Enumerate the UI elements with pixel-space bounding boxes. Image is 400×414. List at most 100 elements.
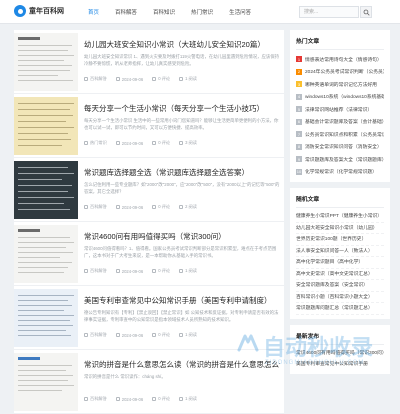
article-title[interactable]: 幼儿园大班安全知识小常识（大班幼儿安全知识20篇） (84, 39, 280, 50)
rank-badge: 4 (296, 93, 302, 100)
clock-icon (115, 269, 120, 273)
search-button[interactable] (360, 6, 372, 18)
search-input[interactable] (299, 6, 359, 18)
random-article-item[interactable]: 健康养生小常识PPT（健康养生小常识） (296, 211, 384, 223)
article-reads: 3 阅读 (179, 140, 197, 146)
latest-article-item[interactable]: 美国专利审查常见中公知常识手册 (296, 359, 384, 370)
random-article-item[interactable]: 高中化学常识题目（高中化学） (296, 257, 384, 269)
folder-icon (84, 77, 88, 81)
article-meta: 热门常识 2024-09-06 0 评论 3 阅读 (84, 140, 206, 146)
random-article-item[interactable]: 百科常识小题（百科常识小题大全） (296, 292, 384, 303)
article-thumbnail[interactable] (14, 33, 78, 91)
hot-article-item[interactable]: 7 公务员常识知识点和积累（公务员常识） (296, 128, 384, 141)
random-article-item[interactable]: 世界历史常识100题（世界历史） (296, 234, 384, 246)
article-comments: 0 评论 (152, 140, 170, 146)
article-item[interactable]: 常识4600问有用吗值得买吗（常识300问） 常识4600问值得看吗？1、值得看… (14, 222, 284, 286)
article-meta: 百科解答 2024-09-06 0 评论 1 阅读 (84, 396, 206, 402)
hot-article-item[interactable]: 9 常识题题库及答案大全（常识题题库） (296, 153, 384, 166)
main-nav: 首页 百科解答 百科知识 热门常识 生活问答 (88, 8, 267, 16)
random-articles-panel: 随机文章 健康养生小常识PPT（健康养生小常识） 幼儿园大班安全知识小常识（幼儿… (290, 188, 390, 319)
folder-icon (84, 397, 88, 401)
article-thumbnail[interactable] (14, 161, 78, 219)
hot-article-item[interactable]: 8 消防安全常识知识问答（消防安全） (296, 141, 384, 154)
eye-icon (179, 141, 184, 145)
random-article-item[interactable]: 法人事安全知识问答一人（致法人） (296, 246, 384, 257)
panel-title: 热门文章 (296, 36, 384, 50)
article-title[interactable]: 常识的拼音是什么意思怎么读（常识的拼音是什么意思怎么读啊） (84, 359, 280, 370)
article-meta: 百科解答 2024-09-06 0 评论 1 阅读 (84, 268, 206, 274)
nav-item-encyclopedia-knowledge[interactable]: 百科知识 (153, 8, 175, 16)
sidebar: 热门文章 1 情感表达常用诗句大全（情感诗句） 2 2024年公务员考试常识判断（公… (290, 30, 390, 380)
site-logo[interactable]: 童年百科网 (14, 5, 64, 17)
article-item[interactable]: 每天分享一个生活小常识（每天分享一个生活小技巧） 每天分享一个生活小常识 生活中… (14, 94, 284, 158)
clock-icon (115, 205, 120, 209)
article-title[interactable]: 每天分享一个生活小常识（每天分享一个生活小技巧） (84, 103, 280, 114)
article-meta: 百科解答 2024-09-06 0 评论 1 阅读 (84, 332, 206, 338)
article-item[interactable]: 美国专利审查常见中公知常识手册（美国专利申请制度） 德公告专利知识有【专利】【禁… (14, 286, 284, 350)
rank-badge: 2 (296, 68, 302, 75)
article-comments: 0 评论 (152, 268, 170, 274)
nav-item-home[interactable]: 首页 (88, 8, 99, 16)
hot-article-item[interactable]: 4 windows10系统（windows10系统基础） (296, 91, 384, 104)
clock-icon (115, 333, 120, 337)
article-reads: 1 阅读 (179, 332, 197, 338)
rank-badge: 3 (296, 81, 302, 88)
rank-badge: 5 (296, 106, 302, 113)
clock-icon (115, 397, 120, 401)
hot-article-item[interactable]: 10 化学常规常识（化学常规常识题） (296, 166, 384, 179)
article-thumbnail[interactable] (14, 289, 78, 347)
eye-icon (179, 205, 184, 209)
hot-article-item[interactable]: 3 哪种英语单词的常识记忆方法好用 (296, 78, 384, 91)
hot-article-item[interactable]: 2 2024年公务员考试常识判断（公务员） (296, 66, 384, 79)
article-thumbnail[interactable] (14, 225, 78, 283)
article-category[interactable]: 热门常识 (84, 140, 107, 146)
article-item[interactable]: 幼儿园大班安全知识小常识（大班幼儿安全知识20篇） 幼儿园大班安全知识常识 1、… (14, 30, 284, 94)
article-category[interactable]: 百科解答 (84, 204, 107, 210)
panel-title: 最新发布 (296, 331, 384, 345)
nav-item-life-qa[interactable]: 生活问答 (229, 8, 251, 16)
random-article-item[interactable]: 幼儿园大班安全知识小常识（幼儿园） (296, 223, 384, 234)
article-date: 2024-09-06 (115, 332, 143, 338)
article-list: 幼儿园大班安全知识小常识（大班幼儿安全知识20篇） 幼儿园大班安全知识常识 1、… (14, 30, 284, 414)
article-category[interactable]: 百科解答 (84, 396, 107, 402)
eye-icon (179, 269, 184, 273)
comment-icon (152, 269, 157, 273)
folder-icon (84, 141, 88, 145)
hot-article-item[interactable]: 6 基础会计常识题库及答案（会计基础） (296, 116, 384, 129)
hot-article-item[interactable]: 5 法律常识网站推荐（法律常识） (296, 103, 384, 116)
rank-badge: 10 (296, 168, 302, 175)
article-reads: 1 阅读 (179, 268, 197, 274)
article-comments: 0 评论 (152, 332, 170, 338)
article-title[interactable]: 常识题库选择题全选（常识题库选择题全选答案） (84, 167, 280, 178)
article-date: 2024-09-06 (115, 140, 143, 146)
nav-item-hot-common-sense[interactable]: 热门常识 (191, 8, 213, 16)
article-reads: 2 阅读 (179, 204, 197, 210)
eye-icon (179, 333, 184, 337)
rank-badge: 1 (296, 56, 302, 63)
article-item[interactable]: 常识的拼音是什么意思怎么读（常识的拼音是什么意思怎么读啊） 常识的拼音是什么 常… (14, 350, 284, 414)
article-excerpt: 常识4600问值得看吗？1、值得看。国家公务员考试常识判断部分是常识积累型，难点… (84, 246, 277, 258)
article-excerpt: 常识的拼音是什么 常识读作：cháng shí。 (84, 374, 166, 379)
random-article-item[interactable]: 安全常识题库及答案（安全常识） (296, 280, 384, 292)
comment-icon (152, 141, 157, 145)
nav-item-encyclopedia-answers[interactable]: 百科解答 (115, 8, 137, 16)
comment-icon (152, 77, 157, 81)
article-title[interactable]: 美国专利审查常见中公知常识手册（美国专利申请制度） (84, 295, 280, 306)
article-category[interactable]: 百科解答 (84, 268, 107, 274)
article-date: 2024-09-06 (115, 268, 143, 274)
random-article-item[interactable]: 高中文史常识（高中文史常识汇总） (296, 269, 384, 280)
random-article-item[interactable]: 常识题题库问题汇总（常识题汇总） (296, 303, 384, 315)
folder-icon (84, 269, 88, 273)
article-thumbnail[interactable] (14, 97, 78, 155)
eye-icon (179, 77, 184, 81)
latest-article-item[interactable]: 常识4600问有用吗值得买吗（常识300问） (296, 348, 384, 359)
article-category[interactable]: 百科解答 (84, 332, 107, 338)
article-category[interactable]: 百科解答 (84, 76, 107, 82)
article-title[interactable]: 常识4600问有用吗值得买吗（常识300问） (84, 231, 280, 242)
article-thumbnail[interactable] (14, 353, 78, 411)
panel-title: 随机文章 (296, 194, 384, 208)
top-navigation-bar: 童年百科网 首页 百科解答 百科知识 热门常识 生活问答 (0, 0, 400, 24)
article-comments: 0 评论 (152, 204, 170, 210)
hot-article-item[interactable]: 1 情感表达常用诗句大全（情感诗句） (296, 53, 384, 66)
article-item[interactable]: 常识题库选择题全选（常识题库选择题全选答案） 怎么记住利用一些专业题库？如"20… (14, 158, 284, 222)
